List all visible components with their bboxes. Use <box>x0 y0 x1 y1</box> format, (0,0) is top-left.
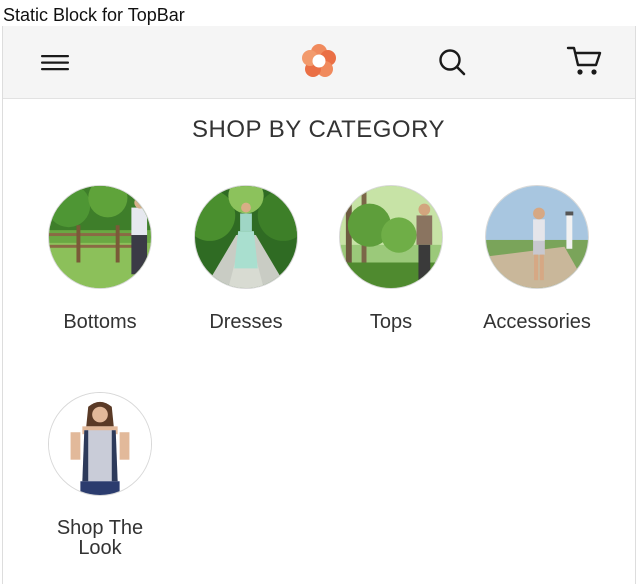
category-shop-the-look[interactable]: Shop The Look <box>40 392 160 558</box>
category-label[interactable]: Tops <box>331 312 451 332</box>
cart-icon[interactable] <box>565 43 603 79</box>
category-label[interactable]: Dresses <box>186 312 306 332</box>
category-label[interactable]: Bottoms <box>40 312 160 332</box>
category-accessories[interactable]: Accessories <box>477 185 597 332</box>
category-image-tops[interactable] <box>339 185 443 289</box>
category-tops[interactable]: Tops <box>331 185 451 332</box>
top-bar <box>3 26 635 99</box>
category-bottoms[interactable]: Bottoms <box>40 185 160 332</box>
hamburger-menu-icon[interactable] <box>39 48 71 76</box>
category-image-dresses[interactable] <box>194 185 298 289</box>
static-block-text: Static Block for TopBar <box>3 5 185 25</box>
category-label[interactable]: Accessories <box>477 312 597 332</box>
category-label[interactable]: Shop The Look <box>45 518 155 558</box>
category-dresses[interactable]: Dresses <box>186 185 306 332</box>
flower-logo-icon[interactable] <box>301 43 337 79</box>
search-icon[interactable] <box>436 46 468 78</box>
category-image-shop-the-look[interactable] <box>48 392 152 496</box>
section-title: SHOP BY CATEGORY <box>192 116 445 143</box>
category-image-bottoms[interactable] <box>48 185 152 289</box>
category-image-accessories[interactable] <box>485 185 589 289</box>
